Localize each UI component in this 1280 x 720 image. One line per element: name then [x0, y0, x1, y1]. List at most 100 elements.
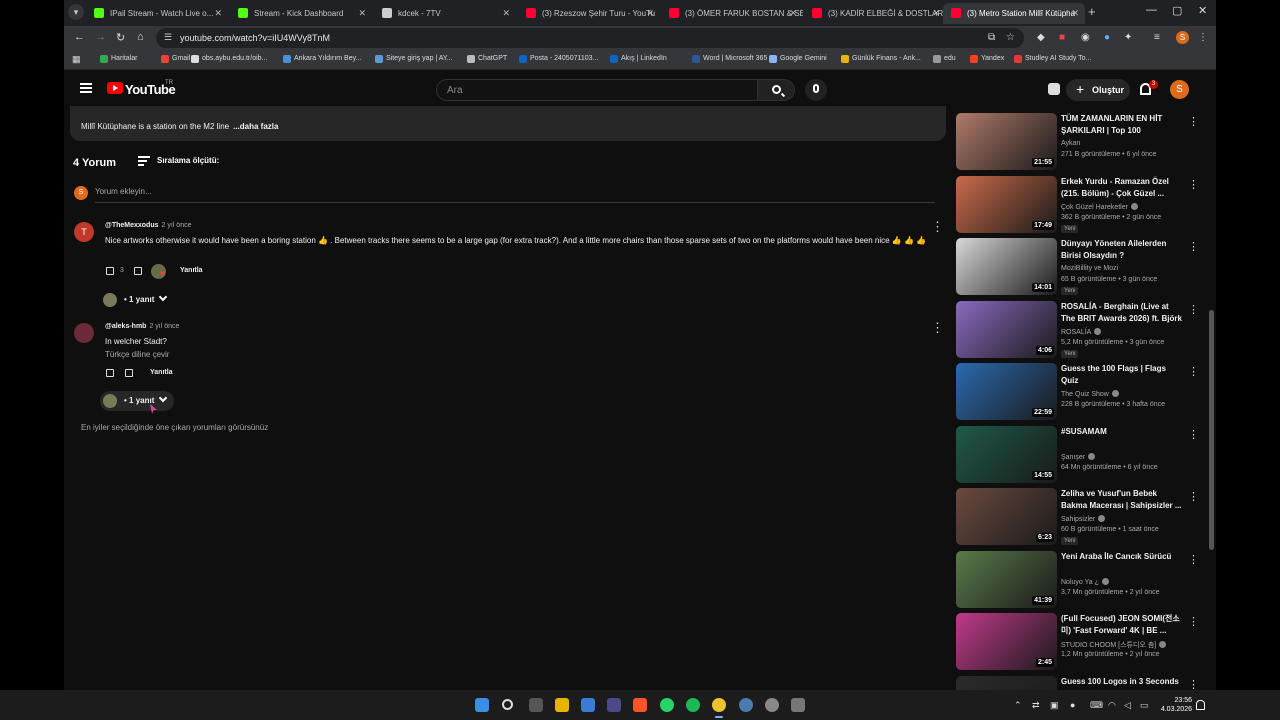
browser-tab[interactable]: Stream - Kick Dashboard ✕ — [230, 3, 372, 24]
video-channel[interactable]: ROSALÍA — [1061, 327, 1102, 336]
apps-grid-icon[interactable]: ▦ — [72, 54, 81, 65]
comment-avatar[interactable]: T — [74, 222, 94, 242]
related-video-card[interactable]: 22:59 Guess the 100 Flags | Flags Quiz The… — [956, 363, 1199, 421]
video-title[interactable]: #SUSAMAM — [1061, 426, 1183, 438]
video-channel[interactable]: Aykan — [1061, 140, 1080, 147]
related-video-card[interactable]: 14:55 #SUSAMAM Şanışer 64 Mn görüntüleme • … — [956, 425, 1199, 484]
related-video-card[interactable]: 21:55 TÜM ZAMANLARIN EN HİT ŞARKILARI | T… — [956, 113, 1199, 171]
close-tab-icon[interactable]: ✕ — [358, 8, 366, 19]
video-title[interactable]: Guess the 100 Flags | Flags Quiz — [1061, 363, 1183, 387]
like-icon[interactable] — [106, 369, 114, 377]
scrollbar-thumb[interactable] — [1209, 310, 1214, 550]
comment-menu-icon[interactable] — [931, 320, 944, 336]
wifi-icon[interactable]: ◠ — [1108, 700, 1116, 711]
video-thumbnail[interactable]: 41:39 — [956, 550, 1057, 608]
bookmark-item[interactable]: Yandex — [970, 55, 1004, 63]
forward-icon[interactable]: → — [95, 31, 106, 43]
video-title[interactable]: Guess 100 Logos in 3 Seconds — [1061, 676, 1183, 688]
extension-shield-icon[interactable]: ◆ — [1037, 32, 1045, 43]
chrome-icon[interactable] — [712, 698, 726, 718]
video-thumbnail[interactable]: 14:01 — [956, 238, 1057, 295]
search-button[interactable] — [757, 79, 795, 101]
task-view-icon[interactable] — [529, 698, 543, 712]
browser-tab[interactable]: IPail Stream - Watch Live o... ✕ — [86, 3, 228, 24]
close-tab-icon[interactable]: ✕ — [502, 8, 510, 19]
browser-tab[interactable]: (3) KADİR ELBEĞİ & DOSTLAR ✕ — [804, 3, 946, 24]
video-thumbnail[interactable]: 4:06 — [956, 300, 1057, 358]
reading-list-icon[interactable]: ≡ — [1154, 32, 1160, 43]
tray-keyboard-icon[interactable]: ⌨ — [1090, 700, 1103, 711]
page-scrollbar[interactable] — [1208, 107, 1214, 690]
related-video-card[interactable]: 4:06 ROSALÍA - Berghain (Live at The BRIT… — [956, 300, 1199, 359]
tab-search-icon[interactable]: ▾ — [68, 4, 84, 20]
bookmark-item[interactable]: Studley AI Study To... — [1014, 55, 1091, 63]
comment-author[interactable]: @aleks-hmb 2 yıl önce — [105, 323, 179, 330]
video-title[interactable]: Zeliha ve Yusuf'un Bebek Bakma Macerası … — [1061, 488, 1183, 512]
video-menu-icon[interactable]: ⋮ — [1188, 490, 1199, 503]
video-menu-icon[interactable]: ⋮ — [1188, 553, 1199, 566]
video-title[interactable]: TÜM ZAMANLARIN EN HİT ŞARKILARI | Top 10… — [1061, 113, 1183, 137]
menu-icon[interactable] — [80, 83, 92, 93]
browser-tab[interactable]: (3) Rzeszow Şehir Turu - YouTu ✕ — [518, 3, 660, 24]
video-title[interactable]: ROSALÍA - Berghain (Live at The BRIT Awa… — [1061, 301, 1183, 325]
video-title[interactable]: Yeni Araba İle Cancık Sürücü — [1061, 551, 1183, 563]
bookmark-item[interactable]: Word | Microsoft 365 — [692, 55, 767, 63]
reload-icon[interactable]: ↻ — [116, 31, 125, 44]
video-menu-icon[interactable]: ⋮ — [1188, 615, 1199, 628]
reply-button[interactable]: Yanıtla — [180, 267, 203, 274]
new-tab-button[interactable]: + — [1088, 4, 1096, 19]
video-menu-icon[interactable]: ⋮ — [1188, 365, 1199, 378]
close-tab-icon[interactable]: ✕ — [646, 8, 654, 19]
bookmark-item[interactable]: Günlük Finans - Ank... — [841, 55, 921, 63]
tray-mic-icon[interactable]: ● — [1070, 700, 1075, 710]
address-bar[interactable]: ☰ youtube.com/watch?v=iIU4WVy8TnM ⧉ ☆ — [156, 28, 1024, 48]
settings-taskbar-icon[interactable] — [791, 698, 805, 712]
bookmark-item[interactable]: ChatGPT — [467, 55, 507, 63]
tray-media-icon[interactable]: ▣ — [1050, 700, 1059, 711]
related-video-card[interactable]: 2:45 (Full Focused) JEON SOMI(전소미) 'Fast … — [956, 613, 1199, 671]
video-channel[interactable]: Sahipsizler — [1061, 515, 1106, 523]
close-tab-icon[interactable]: ✕ — [214, 8, 222, 19]
cast-icon[interactable] — [1048, 83, 1060, 95]
browser-tab[interactable]: (3) Metro Station Millî Kütüpha ✕ — [943, 3, 1085, 24]
bookmark-item[interactable]: edu — [933, 55, 956, 63]
video-title[interactable]: Dünyayı Yöneten Ailelerden Birisi Olsayd… — [1061, 238, 1183, 262]
video-menu-icon[interactable]: ⋮ — [1188, 428, 1199, 441]
show-more-link[interactable]: ...daha fazla — [233, 122, 278, 131]
video-channel[interactable]: The Quiz Show — [1061, 390, 1119, 398]
dislike-icon[interactable] — [125, 369, 133, 377]
comment-time[interactable]: 2 yıl önce — [162, 222, 192, 229]
steam-icon[interactable] — [739, 698, 753, 712]
browser-tab[interactable]: (3) ÖMER FARUK BOSTAN & SE ✕ — [661, 3, 803, 24]
file-explorer-icon[interactable] — [555, 698, 569, 712]
voice-search-button[interactable] — [805, 79, 827, 101]
youtube-logo-icon[interactable] — [107, 82, 123, 94]
extension-ublock-icon[interactable]: ■ — [1059, 32, 1065, 43]
whatsapp-icon[interactable] — [660, 698, 674, 712]
comment-author[interactable]: @TheMexxodus 2 yıl önce — [105, 222, 191, 229]
video-thumbnail[interactable]: 22:59 — [956, 363, 1057, 420]
store-icon[interactable] — [581, 698, 595, 712]
bookmark-item[interactable]: Google Gemini — [769, 55, 827, 63]
close-tab-icon[interactable]: ✕ — [932, 8, 940, 19]
translate-link[interactable]: Türkçe diline çevir — [105, 350, 169, 359]
video-menu-icon[interactable]: ⋮ — [1188, 115, 1199, 128]
bookmark-item[interactable]: Haritalar — [100, 55, 137, 63]
bookmark-item[interactable]: obs.aybu.edu.tr/oib... — [191, 55, 267, 63]
extension-audio-icon[interactable]: ◉ — [1081, 32, 1090, 43]
search-input[interactable]: Ara — [436, 79, 758, 101]
create-button[interactable]: Oluştur — [1066, 79, 1130, 101]
search-taskbar-icon[interactable] — [502, 699, 513, 710]
replies-toggle[interactable]: • 1 yanıt — [100, 391, 174, 411]
video-thumbnail[interactable]: 14:55 — [956, 425, 1057, 483]
taskbar-clock[interactable]: 23:56 4.03.2026 — [1160, 696, 1192, 714]
related-video-card[interactable]: 14:01 Dünyayı Yöneten Ailelerden Birisi O… — [956, 238, 1199, 296]
battery-icon[interactable]: ▭ — [1140, 700, 1149, 711]
video-channel[interactable]: Çok Güzel Hareketler — [1061, 202, 1138, 211]
tray-chevron-icon[interactable]: ⌃ — [1014, 700, 1022, 711]
video-channel[interactable]: MoziBillity ve Mozi — [1061, 265, 1118, 272]
extensions-puzzle-icon[interactable]: ✦ — [1124, 32, 1132, 43]
like-icon[interactable] — [106, 267, 114, 275]
close-window-icon[interactable]: ✕ — [1198, 4, 1207, 17]
video-menu-icon[interactable]: ⋮ — [1188, 240, 1199, 253]
